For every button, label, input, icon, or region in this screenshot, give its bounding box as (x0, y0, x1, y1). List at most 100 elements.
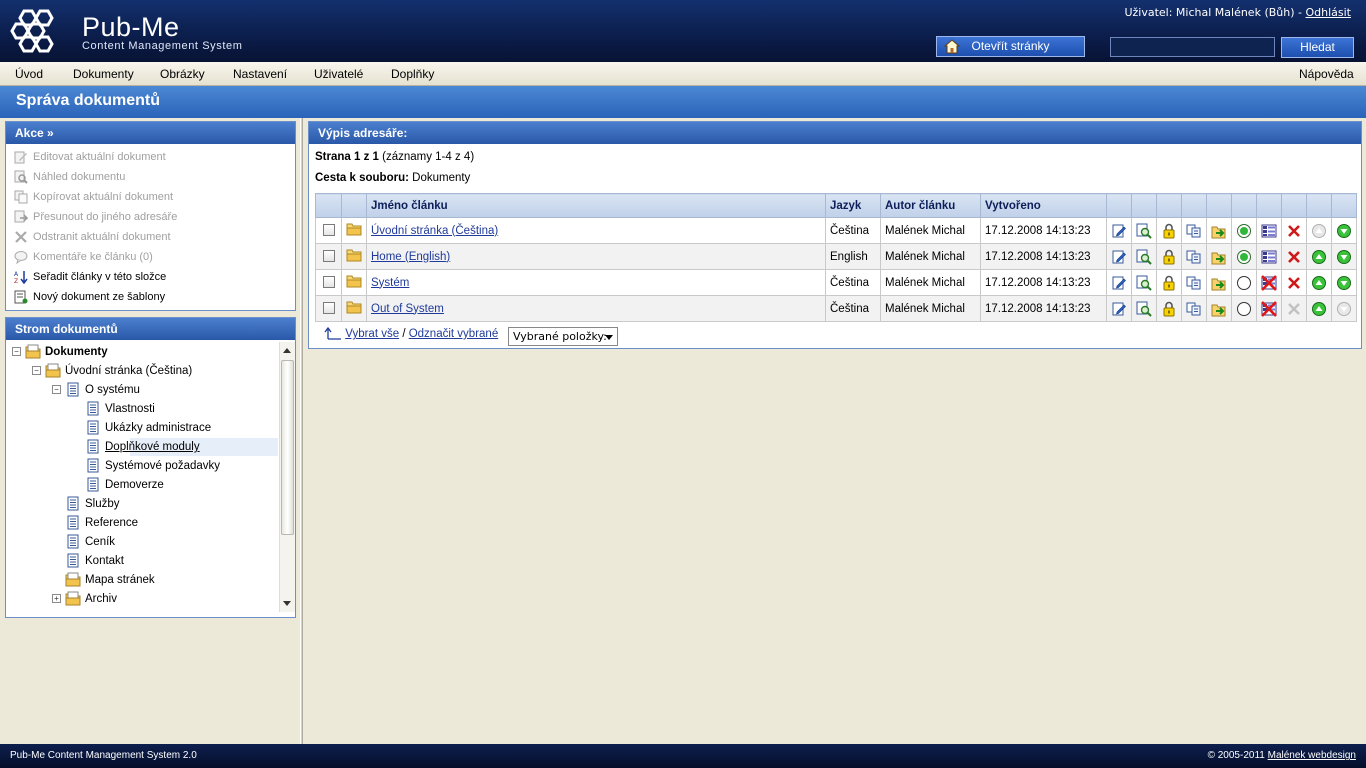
header-author[interactable]: Autor článku (880, 193, 981, 218)
action-sort-articles[interactable]: A Z Seřadit články v této složce (14, 268, 166, 286)
scroll-up-icon[interactable] (283, 348, 291, 353)
scroll-thumb[interactable] (281, 360, 294, 535)
header-created[interactable]: Vytvořeno (980, 193, 1107, 218)
tree-node[interactable]: − Úvodní stránka (Čeština) (6, 362, 278, 380)
delete-icon[interactable] (1282, 275, 1306, 291)
row-checkbox[interactable] (322, 250, 335, 263)
collapse-icon[interactable]: − (52, 385, 61, 394)
delete-icon[interactable] (1282, 223, 1306, 239)
bulk-action-select[interactable]: Vybrané položky: (508, 327, 618, 346)
lock-icon[interactable] (1157, 301, 1181, 317)
logout-link[interactable]: Odhlásit (1305, 6, 1351, 19)
tree-node[interactable]: − Dokumenty (6, 343, 278, 361)
delete-icon[interactable] (1282, 249, 1306, 265)
webdesign-link[interactable]: Malének webdesign (1268, 750, 1356, 761)
menu-visible-icon[interactable] (1257, 249, 1281, 265)
preview-icon[interactable] (1132, 275, 1156, 291)
move-up-icon[interactable] (1307, 249, 1331, 265)
action-comments[interactable]: Komentáře ke článku (0) (14, 248, 153, 266)
scroll-down-icon[interactable] (283, 601, 291, 606)
header-language[interactable]: Jazyk (825, 193, 881, 218)
tree-node[interactable]: Reference (6, 514, 278, 532)
chevron-down-icon (605, 335, 613, 340)
move-down-icon[interactable] (1332, 223, 1356, 239)
row-checkbox[interactable] (322, 224, 335, 237)
row-checkbox-cell (315, 217, 342, 244)
published-icon[interactable] (1232, 223, 1256, 239)
action-preview-document[interactable]: Náhled dokumentu (14, 168, 125, 186)
move-down-icon[interactable] (1332, 275, 1356, 291)
row-checkbox[interactable] (322, 302, 335, 315)
row-checkbox[interactable] (322, 276, 335, 289)
action-edit-document[interactable]: Editovat aktuální dokument (14, 148, 166, 166)
menu-item-uvod[interactable]: Úvod (15, 67, 43, 81)
search-input[interactable] (1110, 37, 1275, 57)
tree-node[interactable]: Ceník (6, 533, 278, 551)
tree-scrollbar[interactable] (279, 342, 295, 612)
move-icon[interactable] (1207, 301, 1231, 317)
copy-icon[interactable] (1182, 275, 1206, 291)
preview-icon[interactable] (1132, 249, 1156, 265)
tree-node[interactable]: Kontakt (6, 552, 278, 570)
unpublished-icon[interactable] (1232, 301, 1256, 317)
menu-item-obrazky[interactable]: Obrázky (160, 67, 205, 81)
copy-icon[interactable] (1182, 249, 1206, 265)
menu-item-uzivatele[interactable]: Uživatelé (314, 67, 363, 81)
edit-icon[interactable] (1107, 301, 1131, 317)
move-up-icon[interactable] (1307, 301, 1331, 317)
move-icon[interactable] (1207, 223, 1231, 239)
menu-visible-icon[interactable] (1257, 223, 1281, 239)
menu-item-nastaveni[interactable]: Nastavení (233, 67, 287, 81)
menu-hidden-icon[interactable] (1257, 300, 1281, 317)
move-icon[interactable] (1207, 275, 1231, 291)
action-move-document[interactable]: Přesunout do jiného adresáře (14, 208, 177, 226)
edit-icon[interactable] (1107, 249, 1131, 265)
expand-icon[interactable]: + (52, 594, 61, 603)
preview-icon[interactable] (1132, 301, 1156, 317)
panel-splitter[interactable] (300, 118, 303, 744)
deselect-link[interactable]: Odznačit vybrané (409, 328, 499, 340)
tree-node[interactable]: − O systému (6, 381, 278, 399)
document-link[interactable]: Systém (371, 277, 409, 289)
tree-node[interactable]: Služby (6, 495, 278, 513)
menu-item-doplnky[interactable]: Doplňky (391, 67, 434, 81)
tree-node[interactable]: Vlastnosti (6, 400, 278, 418)
tree-node[interactable]: + Archiv (6, 590, 278, 608)
action-delete-document[interactable]: Odstranit aktuální dokument (14, 228, 171, 246)
lock-icon[interactable] (1157, 249, 1181, 265)
action-new-from-template[interactable]: Nový dokument ze šablony (14, 288, 165, 306)
lock-icon[interactable] (1157, 275, 1181, 291)
preview-icon[interactable] (1132, 223, 1156, 239)
unpublished-icon[interactable] (1232, 275, 1256, 291)
header-name[interactable]: Jméno článku (366, 193, 826, 218)
menu-hidden-icon[interactable] (1257, 274, 1281, 291)
lock-icon[interactable] (1157, 223, 1181, 239)
move-icon[interactable] (1207, 249, 1231, 265)
tree-node[interactable]: Demoverze (6, 476, 278, 494)
published-icon[interactable] (1232, 249, 1256, 265)
move-up-icon-cell (1306, 295, 1332, 322)
tree-node[interactable]: Ukázky administrace (6, 419, 278, 437)
edit-icon[interactable] (1107, 223, 1131, 239)
document-link[interactable]: Out of System (371, 303, 444, 315)
tree-node[interactable]: Systémové požadavky (6, 457, 278, 475)
document-link[interactable]: Úvodní stránka (Čeština) (371, 225, 498, 237)
edit-icon[interactable] (1107, 275, 1131, 291)
open-site-button[interactable]: Otevřít stránky (936, 36, 1085, 57)
document-link[interactable]: Home (English) (371, 251, 450, 263)
menu-item-dokumenty[interactable]: Dokumenty (73, 67, 134, 81)
menu-item-napoveda[interactable]: Nápověda (1299, 67, 1354, 81)
search-button[interactable]: Hledat (1281, 37, 1354, 58)
tree-node-label: Demoverze (105, 479, 164, 491)
action-copy-document[interactable]: Kopírovat aktuální dokument (14, 188, 173, 206)
tree-node[interactable]: Mapa stránek (6, 571, 278, 589)
copy-icon[interactable] (1182, 301, 1206, 317)
select-all-link[interactable]: Vybrat vše (345, 328, 399, 340)
move-down-icon[interactable] (1332, 249, 1356, 265)
move-up-icon[interactable] (1307, 275, 1331, 291)
collapse-icon[interactable]: − (32, 366, 41, 375)
preview-icon (14, 170, 28, 184)
copy-icon[interactable] (1182, 223, 1206, 239)
tree-node[interactable]: Doplňkové moduly (87, 438, 278, 456)
collapse-icon[interactable]: − (12, 347, 21, 356)
